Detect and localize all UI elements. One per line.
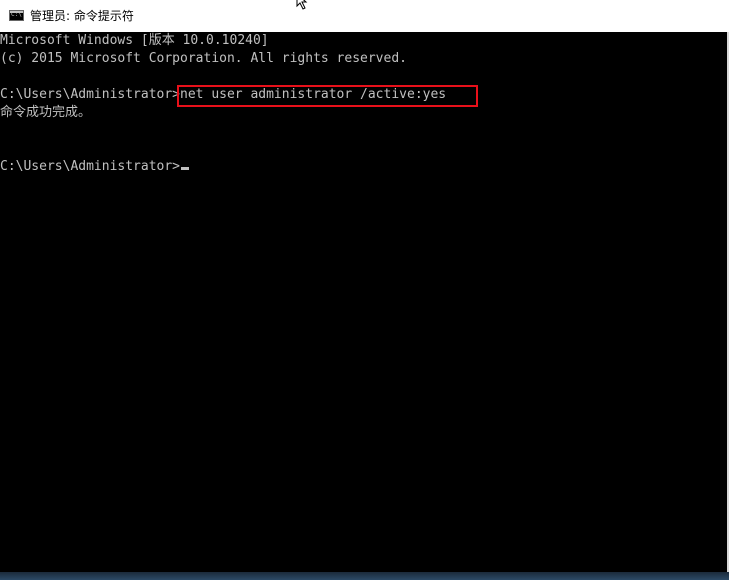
console-output[interactable]: Microsoft Windows [版本 10.0.10240] (c) 20… [0, 32, 729, 572]
console-prompt: C:\Users\Administrator> [0, 159, 181, 174]
console-line: (c) 2015 Microsoft Corporation. All righ… [0, 51, 407, 66]
window-title: 管理员: 命令提示符 [30, 9, 134, 23]
taskbar-strip [0, 572, 729, 580]
console-line: 命令成功完成。 [0, 105, 92, 120]
cmd-window: C:\ 管理员: 命令提示符 Microsoft Windows [版本 10.… [0, 0, 729, 580]
title-bar[interactable]: C:\ 管理员: 命令提示符 [0, 0, 729, 32]
text-cursor [181, 167, 190, 170]
console-prompt: C:\Users\Administrator> [0, 87, 181, 102]
mouse-pointer-icon [296, 0, 308, 10]
console-line: C:\Users\Administrator> [0, 158, 190, 176]
cmd-icon-label: C:\ [11, 11, 22, 18]
console-line: Microsoft Windows [版本 10.0.10240] [0, 33, 269, 48]
command-highlight-box [177, 85, 478, 107]
cmd-prompt-icon: C:\ [9, 10, 24, 21]
